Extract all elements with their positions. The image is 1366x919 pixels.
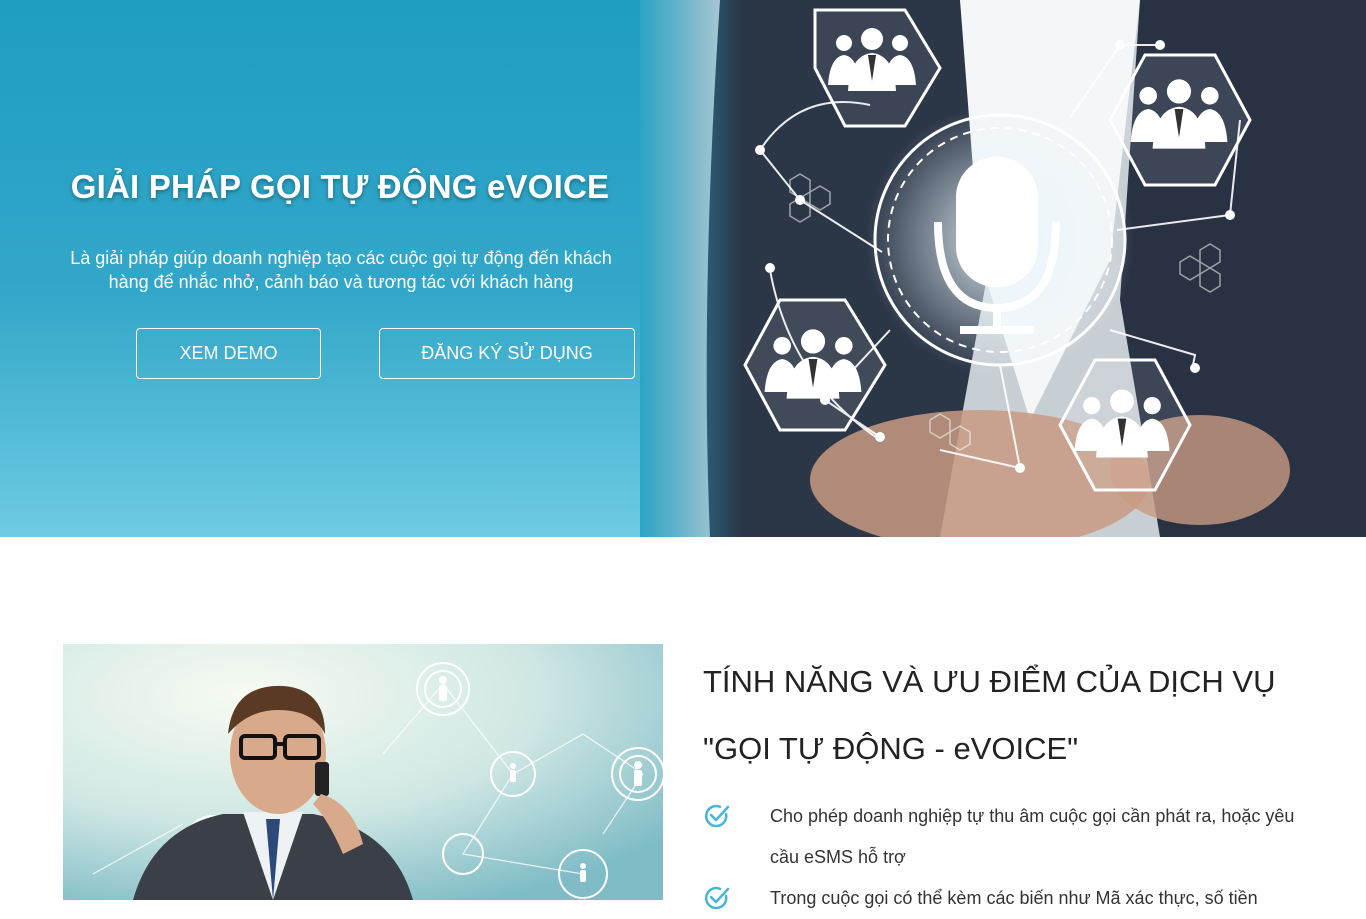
feature-list: Cho phép doanh nghiệp tự thu âm cuộc gọi… bbox=[703, 796, 1313, 919]
check-circle-icon bbox=[704, 804, 730, 828]
hero-illustration bbox=[640, 0, 1366, 537]
view-demo-button[interactable]: XEM DEMO bbox=[136, 328, 321, 379]
check-circle-icon bbox=[704, 886, 730, 910]
feature-text: Trong cuộc gọi có thể kèm các biến như M… bbox=[770, 888, 1258, 908]
register-button[interactable]: ĐĂNG KÝ SỬ DỤNG bbox=[379, 328, 635, 379]
feature-image bbox=[63, 644, 663, 900]
hero-description: Là giải pháp giúp doanh nghiệp tạo các c… bbox=[70, 248, 612, 292]
hero-title: GIẢI PHÁP GỌI TỰ ĐỘNG eVOICE bbox=[70, 168, 610, 205]
list-item: Cho phép doanh nghiệp tự thu âm cuộc gọi… bbox=[703, 796, 1313, 878]
hero-banner: GIẢI PHÁP GỌI TỰ ĐỘNG eVOICE Là giải phá… bbox=[0, 0, 1366, 537]
feature-text: Cho phép doanh nghiệp tự thu âm cuộc gọi… bbox=[770, 806, 1295, 867]
features-title: TÍNH NĂNG VÀ ƯU ĐIỂM CỦA DỊCH VỤ "GỌI TỰ… bbox=[703, 664, 1276, 766]
list-item: Trong cuộc gọi có thể kèm các biến như M… bbox=[703, 878, 1313, 919]
